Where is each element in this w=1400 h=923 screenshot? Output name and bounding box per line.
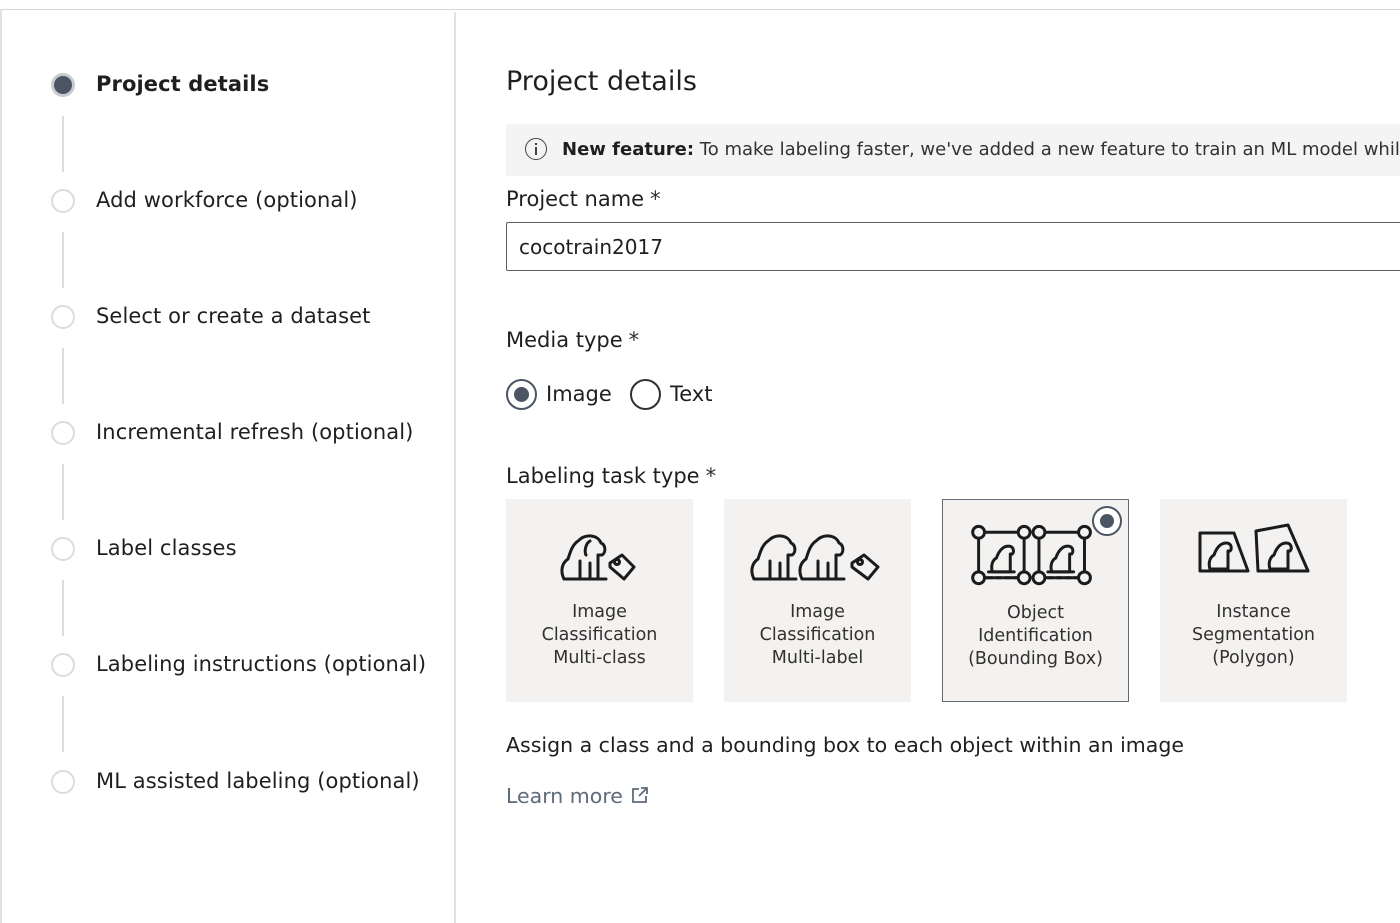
step-label: ML assisted labeling (optional) (96, 769, 420, 793)
dog-tag-icon (560, 534, 636, 581)
radio-circle-checked (506, 379, 537, 410)
two-dogs-tag-icon (750, 534, 880, 581)
tile-label: Image Classification Multi-label (724, 601, 911, 670)
info-icon (525, 138, 547, 160)
project-name-input[interactable] (506, 222, 1400, 271)
tile-label: Object Identification (Bounding Box) (943, 602, 1128, 671)
step-connector (62, 696, 64, 752)
step-label: Labeling instructions (optional) (96, 652, 427, 676)
step-project-details[interactable]: Project details (50, 70, 450, 100)
step-connector (62, 580, 64, 636)
step-connector (62, 348, 64, 404)
bounding-box-icon (971, 524, 1092, 586)
tile-line: (Polygon) (1212, 648, 1295, 668)
polygon-icon (1198, 523, 1310, 573)
learn-more-link[interactable]: Learn more (506, 784, 649, 808)
tile-label: Image Classification Multi-class (506, 601, 693, 670)
step-connector (62, 116, 64, 172)
radio-circle (630, 379, 661, 410)
sidebar-divider (454, 12, 456, 923)
tile-line: Multi-class (553, 648, 646, 668)
banner-message: New feature: To make labeling faster, we… (562, 139, 1400, 160)
step-label: Add workforce (optional) (96, 188, 358, 212)
tile-line: Segmentation (1192, 625, 1315, 645)
tile-line: Instance (1216, 602, 1291, 622)
tile-line: Classification (759, 625, 876, 645)
step-indicator (51, 653, 75, 677)
media-type-text-radio[interactable]: Text (630, 379, 730, 411)
learn-more-text: Learn more (506, 784, 623, 808)
task-tile-polygon[interactable]: Instance Segmentation (Polygon) (1160, 499, 1347, 702)
step-label: Label classes (96, 536, 237, 560)
required-mark: * (628, 328, 640, 352)
tile-line: Multi-label (771, 648, 864, 668)
banner-body-text: To make labeling faster, we've added a n… (699, 139, 1400, 160)
task-description: Assign a class and a bounding box to eac… (506, 733, 1184, 757)
project-name-label: Project name * (506, 187, 661, 211)
radio-label: Text (670, 382, 713, 406)
step-incremental-refresh[interactable]: Incremental refresh (optional) (50, 418, 450, 448)
project-name-label-text: Project name (506, 187, 645, 211)
step-connector (62, 464, 64, 520)
required-mark: * (705, 464, 717, 488)
step-indicator (51, 305, 75, 329)
task-type-label-text: Labeling task type (506, 464, 700, 488)
new-feature-banner: New feature: To make labeling faster, we… (506, 124, 1400, 176)
banner-bold-text: New feature: (562, 139, 695, 160)
external-link-icon (632, 787, 648, 803)
step-indicator (51, 421, 75, 445)
step-labeling-instructions[interactable]: Labeling instructions (optional) (50, 650, 450, 680)
task-type-label: Labeling task type * (506, 464, 716, 488)
task-tile-multi-label[interactable]: Image Classification Multi-label (724, 499, 911, 702)
step-indicator-active (51, 73, 75, 97)
task-tile-multi-class[interactable]: Image Classification Multi-class (506, 499, 693, 702)
tile-line: Image (572, 602, 627, 622)
task-tile-bounding-box[interactable]: Object Identification (Bounding Box) (942, 499, 1129, 702)
step-ml-assisted-labeling[interactable]: ML assisted labeling (optional) (50, 767, 450, 797)
tile-line: Image (790, 602, 845, 622)
step-indicator (51, 770, 75, 794)
tile-line: Object (1007, 603, 1064, 623)
step-select-dataset[interactable]: Select or create a dataset (50, 302, 450, 332)
step-connector (62, 232, 64, 288)
page-title: Project details (506, 66, 697, 97)
step-label: Select or create a dataset (96, 304, 371, 328)
step-add-workforce[interactable]: Add workforce (optional) (50, 186, 450, 216)
media-type-label: Media type * (506, 328, 639, 352)
step-label-classes[interactable]: Label classes (50, 534, 450, 564)
step-indicator (51, 189, 75, 213)
media-type-label-text: Media type (506, 328, 623, 352)
step-indicator (51, 537, 75, 561)
tile-line: (Bounding Box) (968, 649, 1103, 669)
tile-line: Classification (541, 625, 658, 645)
media-type-image-radio[interactable]: Image (506, 379, 616, 411)
tile-label: Instance Segmentation (Polygon) (1160, 601, 1347, 670)
radio-label: Image (546, 382, 612, 406)
required-mark: * (650, 187, 661, 211)
step-label: Incremental refresh (optional) (96, 420, 414, 444)
tile-line: Identification (978, 626, 1093, 646)
step-label: Project details (96, 72, 270, 96)
wizard-sidebar: Project details Add workforce (optional)… (0, 10, 455, 923)
